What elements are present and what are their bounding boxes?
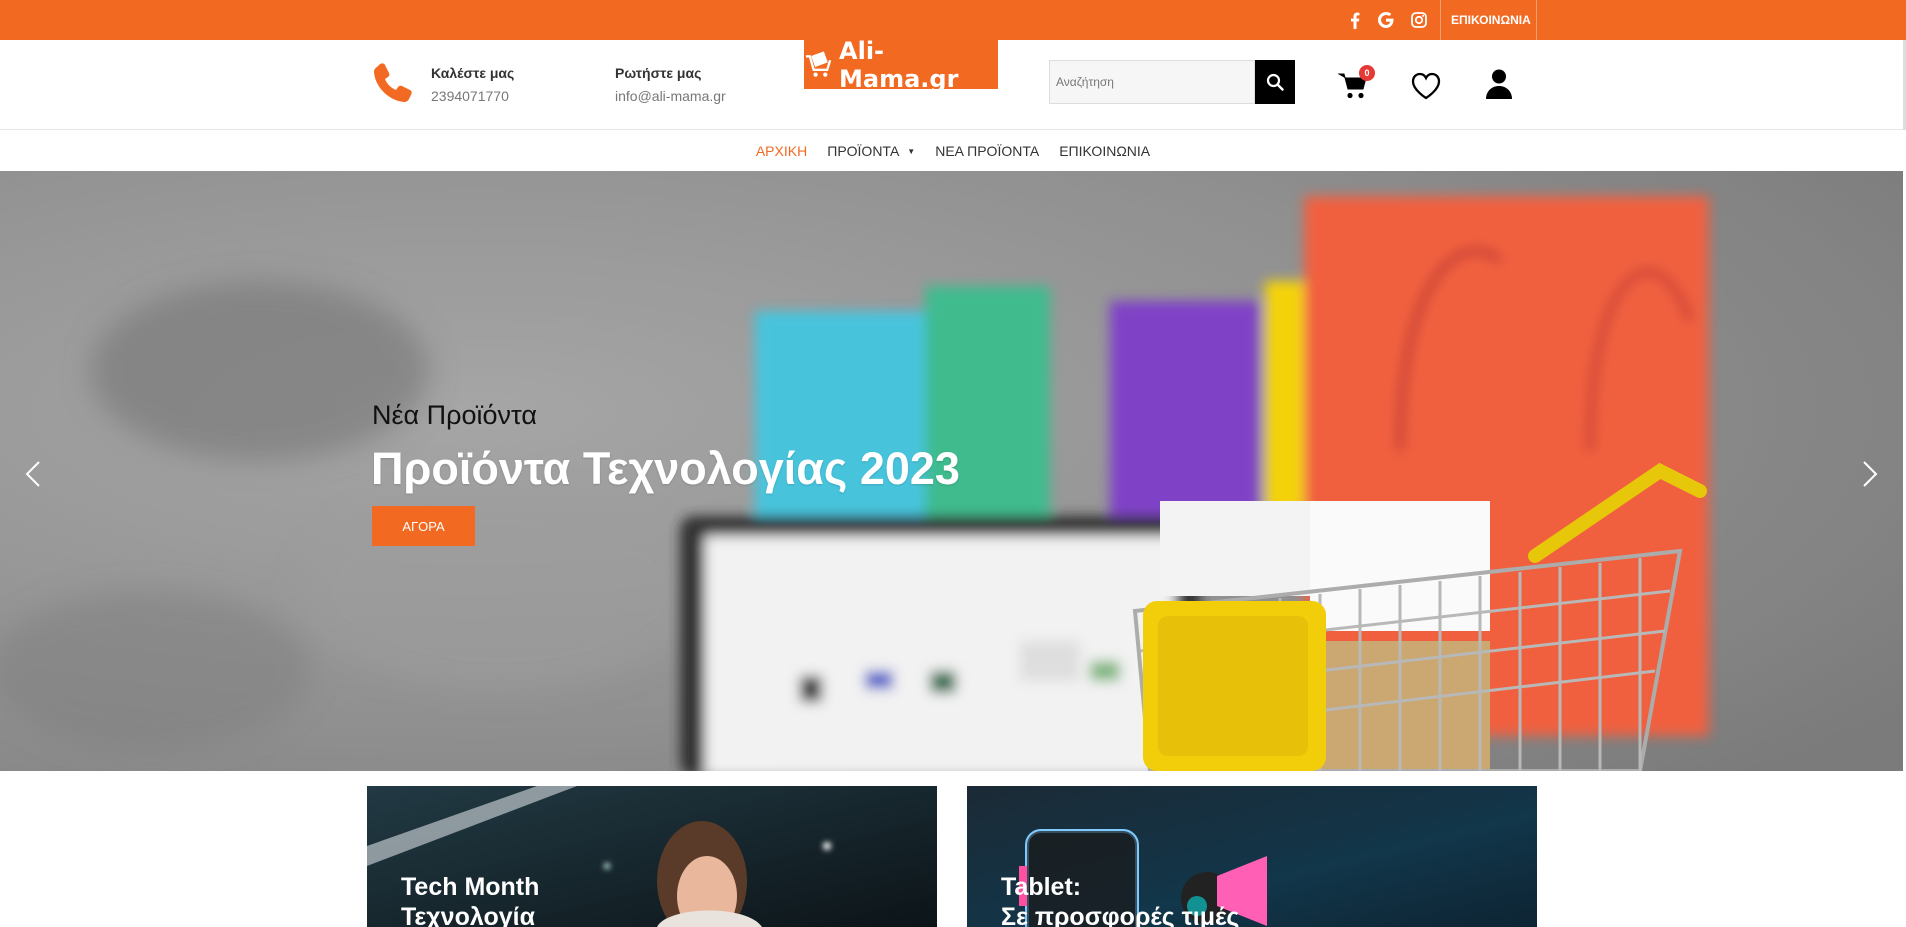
slider-next-arrow-icon[interactable] (1860, 454, 1884, 494)
card-title-line1: Tech Month (401, 873, 540, 901)
nav-item-home[interactable]: ΑΡΧΙΚΗ (756, 143, 807, 159)
site-logo[interactable]: Ali-Mama.gr (804, 37, 998, 93)
ask-email[interactable]: info@ali-mama.gr (615, 88, 726, 104)
facebook-icon[interactable] (1344, 9, 1366, 31)
top-bar: ΕΠΙΚΟΙΝΩΝΙΑ (0, 0, 1906, 40)
main-nav: ΑΡΧΙΚΗ ΠΡΟΪΟΝΤΑ ▼ ΝΕΑ ΠΡΟΪΟΝΤΑ ΕΠΙΚΟΙΝΩΝΙ… (0, 131, 1906, 171)
hero-subtitle: Νέα Προϊόντα (372, 400, 537, 430)
google-icon[interactable] (1375, 9, 1397, 31)
topbar-divider (1440, 0, 1441, 40)
card-title-line2: Τεχνολογία (401, 903, 535, 927)
call-number[interactable]: 2394071770 (431, 88, 509, 104)
cart-logo-icon (805, 50, 832, 77)
nav-item-contact[interactable]: ΕΠΙΚΟΙΝΩΝΙΑ (1059, 143, 1150, 159)
card-title-line1: Tablet: (1001, 873, 1082, 901)
ask-title: Ρωτήστε μας (615, 65, 702, 81)
header: Καλέστε μας 2394071770 Ρωτήστε μας info@… (0, 37, 1906, 130)
phone-icon (374, 63, 412, 102)
instagram-icon[interactable] (1408, 9, 1430, 31)
hero-slider: Νέα Προϊόντα Προϊόντα Τεχνολογίας 2023 Α… (0, 171, 1903, 771)
heart-icon[interactable] (1411, 71, 1441, 101)
search-button[interactable] (1255, 60, 1295, 104)
nav-item-products[interactable]: ΠΡΟΪΟΝΤΑ ▼ (827, 143, 915, 159)
call-title: Καλέστε μας (431, 65, 515, 81)
hero-title: Προϊόντα Τεχνολογίας 2023 (371, 443, 960, 494)
cart-count-badge: 0 (1359, 65, 1375, 81)
logo-text: Ali-Mama.gr (839, 36, 959, 93)
user-icon[interactable] (1484, 68, 1514, 100)
search-icon (1266, 73, 1284, 91)
topbar-contact-link[interactable]: ΕΠΙΚΟΙΝΩΝΙΑ (1451, 0, 1531, 40)
topbar-divider (1536, 0, 1537, 40)
promo-card-tech-month[interactable]: Tech Month Τεχνολογία (367, 786, 937, 927)
hero-buy-button[interactable]: ΑΓΟΡΑ (372, 506, 475, 546)
promo-card-tablet[interactable]: Tablet: Σε προσφορές τιμές (967, 786, 1537, 927)
slider-prev-arrow-icon[interactable] (19, 454, 43, 494)
nav-item-new-products[interactable]: ΝΕΑ ΠΡΟΪΟΝΤΑ (935, 143, 1039, 159)
caret-down-icon: ▼ (907, 146, 916, 156)
card-title-line2: Σε προσφορές τιμές (1001, 903, 1240, 927)
search-input[interactable] (1049, 60, 1255, 104)
